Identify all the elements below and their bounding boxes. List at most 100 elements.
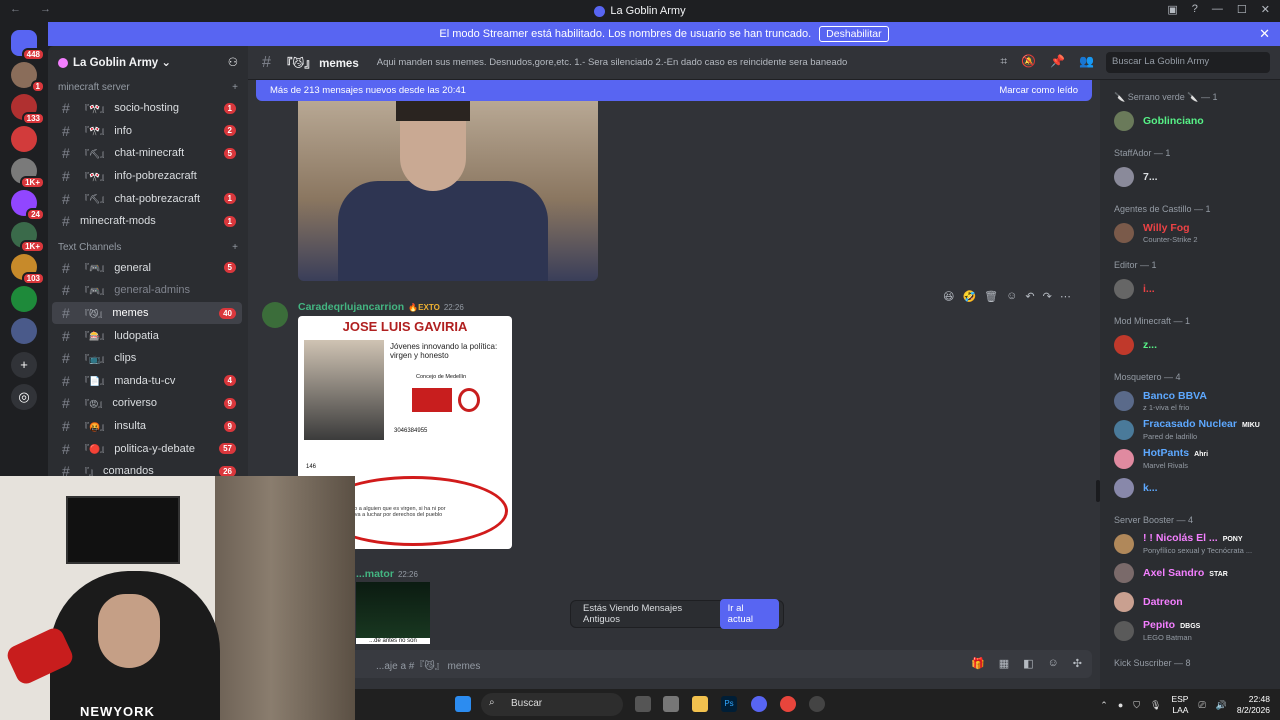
gift-icon[interactable]: 🎁 — [971, 657, 985, 670]
add-reaction-icon[interactable]: ☺ — [1006, 290, 1017, 303]
message-input[interactable]: ...aje a #『😼』 memes 🎁 ▦ ◧ ☺ ✣ — [256, 650, 1092, 678]
channel-chat-pobrezacraft[interactable]: # 『⛏』 chat-pobrezacraft 1 — [52, 187, 242, 210]
hash-icon: # — [62, 372, 70, 389]
server-icon[interactable] — [11, 318, 37, 344]
video-attachment[interactable] — [298, 101, 598, 281]
author-name[interactable]: Caradeqrlujancarrion — [298, 301, 404, 313]
channel-info-pobrezacraft[interactable]: # 『🎌』 info-pobrezacraft — [52, 165, 242, 188]
member-list-icon[interactable]: 👥 — [1079, 54, 1094, 69]
channel-manda-tu-cv[interactable]: # 『📄』 manda-tu-cv 4 — [52, 370, 242, 393]
server-icon[interactable] — [11, 286, 37, 312]
gif-icon[interactable]: ▦ — [999, 657, 1009, 670]
server-icon[interactable]: 103 — [11, 254, 45, 285]
chevron-up-icon[interactable]: ⌃ — [1100, 700, 1108, 711]
member-item[interactable]: Axel Sandro STAR — [1100, 558, 1280, 587]
channel-ludopatia[interactable]: # 『🎰』 ludopatia — [52, 324, 242, 347]
channel-insulta[interactable]: # 『🤬』 insulta 9 — [52, 415, 242, 438]
server-icon[interactable]: 133 — [11, 94, 45, 125]
forward-icon[interactable]: ↷ — [1043, 290, 1052, 303]
emoji-icon[interactable]: ☺ — [1048, 657, 1059, 670]
windows-start-icon[interactable] — [455, 696, 471, 712]
inbox-icon[interactable]: ▣ — [1167, 3, 1177, 16]
reaction-icon[interactable]: 😆 — [943, 290, 954, 303]
channel-socio-hosting[interactable]: # 『🎌』 socio-hosting 1 — [52, 97, 242, 120]
jump-present-button[interactable]: Ir al actual — [719, 599, 779, 629]
disable-streamer-button[interactable]: Deshabilitar — [819, 26, 889, 42]
member-item[interactable]: Fracasado Nuclear MIKU Pared de ladrillo — [1100, 415, 1280, 444]
app-icon[interactable] — [663, 696, 679, 712]
photoshop-icon[interactable]: Ps — [721, 696, 737, 712]
pin-icon[interactable]: 📌 — [1050, 54, 1065, 69]
new-messages-bar[interactable]: Más de 213 mensajes nuevos desde las 20:… — [256, 80, 1092, 101]
network-icon[interactable]: ⎚ — [1198, 700, 1205, 711]
close-icon[interactable]: ✕ — [1259, 26, 1270, 42]
server-icon[interactable]: 24 — [11, 190, 45, 221]
server-header[interactable]: La Goblin Army ⌄ ⚇ — [48, 46, 248, 78]
channel-chat-minecraft[interactable]: # 『⛏』 chat-minecraft 5 — [52, 142, 242, 165]
member-item[interactable]: i... — [1100, 274, 1280, 303]
channel-clips[interactable]: # 『📺』 clips — [52, 347, 242, 370]
channel-label: clips — [114, 352, 137, 365]
server-icon[interactable]: 448 — [11, 30, 45, 61]
mark-read-button[interactable]: Marcar como leído — [999, 85, 1078, 96]
author-name[interactable]: ...mator — [356, 568, 394, 580]
member-item[interactable]: HotPants Ahri Marvel Rivals — [1100, 444, 1280, 473]
file-explorer-icon[interactable] — [692, 696, 708, 712]
channel-memes[interactable]: # 『😼』 memes 40 — [52, 301, 242, 325]
reaction-icon[interactable]: 🤣 — [962, 290, 976, 303]
member-item[interactable]: ! ! Nicolás El ... PONY Ponyfílico sexual … — [1100, 529, 1280, 558]
sticker-icon[interactable]: ◧ — [1023, 657, 1033, 670]
maximize-button[interactable]: ☐ — [1237, 3, 1247, 16]
category-minecraft[interactable]: minecraft server + — [48, 78, 248, 97]
threads-icon[interactable]: ⌗ — [1000, 54, 1007, 69]
notifications-off-icon[interactable]: 🔕 — [1021, 54, 1036, 69]
channel-info[interactable]: # 『🎌』 info 2 — [52, 120, 242, 143]
taskbar-search[interactable]: Buscar — [481, 693, 623, 716]
member-item[interactable]: z... — [1100, 330, 1280, 359]
member-item[interactable]: Banco BBVA z 1-viva el frio — [1100, 386, 1280, 415]
server-icon[interactable]: 1 — [11, 62, 45, 93]
more-icon[interactable]: ⋯ — [1060, 290, 1071, 303]
add-channel-icon[interactable]: + — [232, 82, 238, 93]
discover-icon[interactable]: ◎ — [11, 384, 37, 410]
avatar[interactable] — [262, 302, 288, 328]
obs-icon[interactable] — [809, 696, 825, 712]
member-item[interactable]: Pepito DBGS LEGO Batman — [1100, 616, 1280, 645]
discord-icon[interactable] — [751, 696, 767, 712]
video-attachment[interactable]: ...de antes no son — [356, 582, 430, 644]
add-server-icon[interactable]: + — [11, 352, 37, 378]
member-item[interactable]: 7... — [1100, 162, 1280, 191]
member-name: Willy Fog — [1143, 221, 1190, 234]
minimize-button[interactable]: — — [1212, 3, 1223, 16]
member-item[interactable]: Willy Fog Counter-Strike 2 — [1100, 218, 1280, 247]
close-window-button[interactable]: ✕ — [1261, 3, 1270, 16]
add-channel-icon[interactable]: + — [232, 242, 238, 253]
member-item[interactable]: k... — [1100, 473, 1280, 502]
help-icon[interactable]: ? — [1192, 3, 1198, 16]
channel-general-admins[interactable]: # 『🎮』 general-admins — [52, 279, 242, 302]
search-input[interactable]: Buscar La Goblin Army — [1106, 52, 1270, 73]
reaction-icon[interactable]: 🗑 — [984, 290, 998, 303]
server-icon[interactable] — [11, 126, 37, 152]
channel-minecraft-mods[interactable]: # minecraft-mods 1 — [52, 210, 242, 233]
server-icon[interactable]: 1K+ — [11, 222, 45, 253]
chrome-icon[interactable] — [780, 696, 796, 712]
server-icon[interactable]: 1K+ — [11, 158, 45, 189]
reply-icon[interactable]: ↶ — [1025, 290, 1034, 303]
shield-icon[interactable]: ⛉ — [1133, 700, 1140, 711]
add-member-icon[interactable]: ⚇ — [228, 55, 238, 69]
tray-app-icon[interactable]: ● — [1118, 700, 1123, 710]
task-view-icon[interactable] — [635, 696, 651, 712]
channel-general[interactable]: # 『🎮』 general 5 — [52, 257, 242, 280]
apps-icon[interactable]: ✣ — [1073, 657, 1082, 670]
nav-arrows[interactable]: ← → — [10, 3, 59, 15]
mic-icon[interactable]: 🎙 — [1150, 700, 1161, 711]
channel-label: ludopatia — [114, 329, 159, 342]
volume-icon[interactable]: 🔊 — [1216, 700, 1227, 711]
channel-politica-y-debate[interactable]: # 『🔴』 politica-y-debate 57 — [52, 437, 242, 460]
member-item[interactable]: Goblinciano — [1100, 106, 1280, 135]
category-text-channels[interactable]: Text Channels + — [48, 238, 248, 257]
channel-coriverso[interactable]: # 『😡』 coriverso 9 — [52, 392, 242, 415]
member-item[interactable]: Datreon — [1100, 587, 1280, 616]
channel-topic[interactable]: Aqui manden sus memes. Desnudos,gore,etc… — [377, 57, 848, 68]
